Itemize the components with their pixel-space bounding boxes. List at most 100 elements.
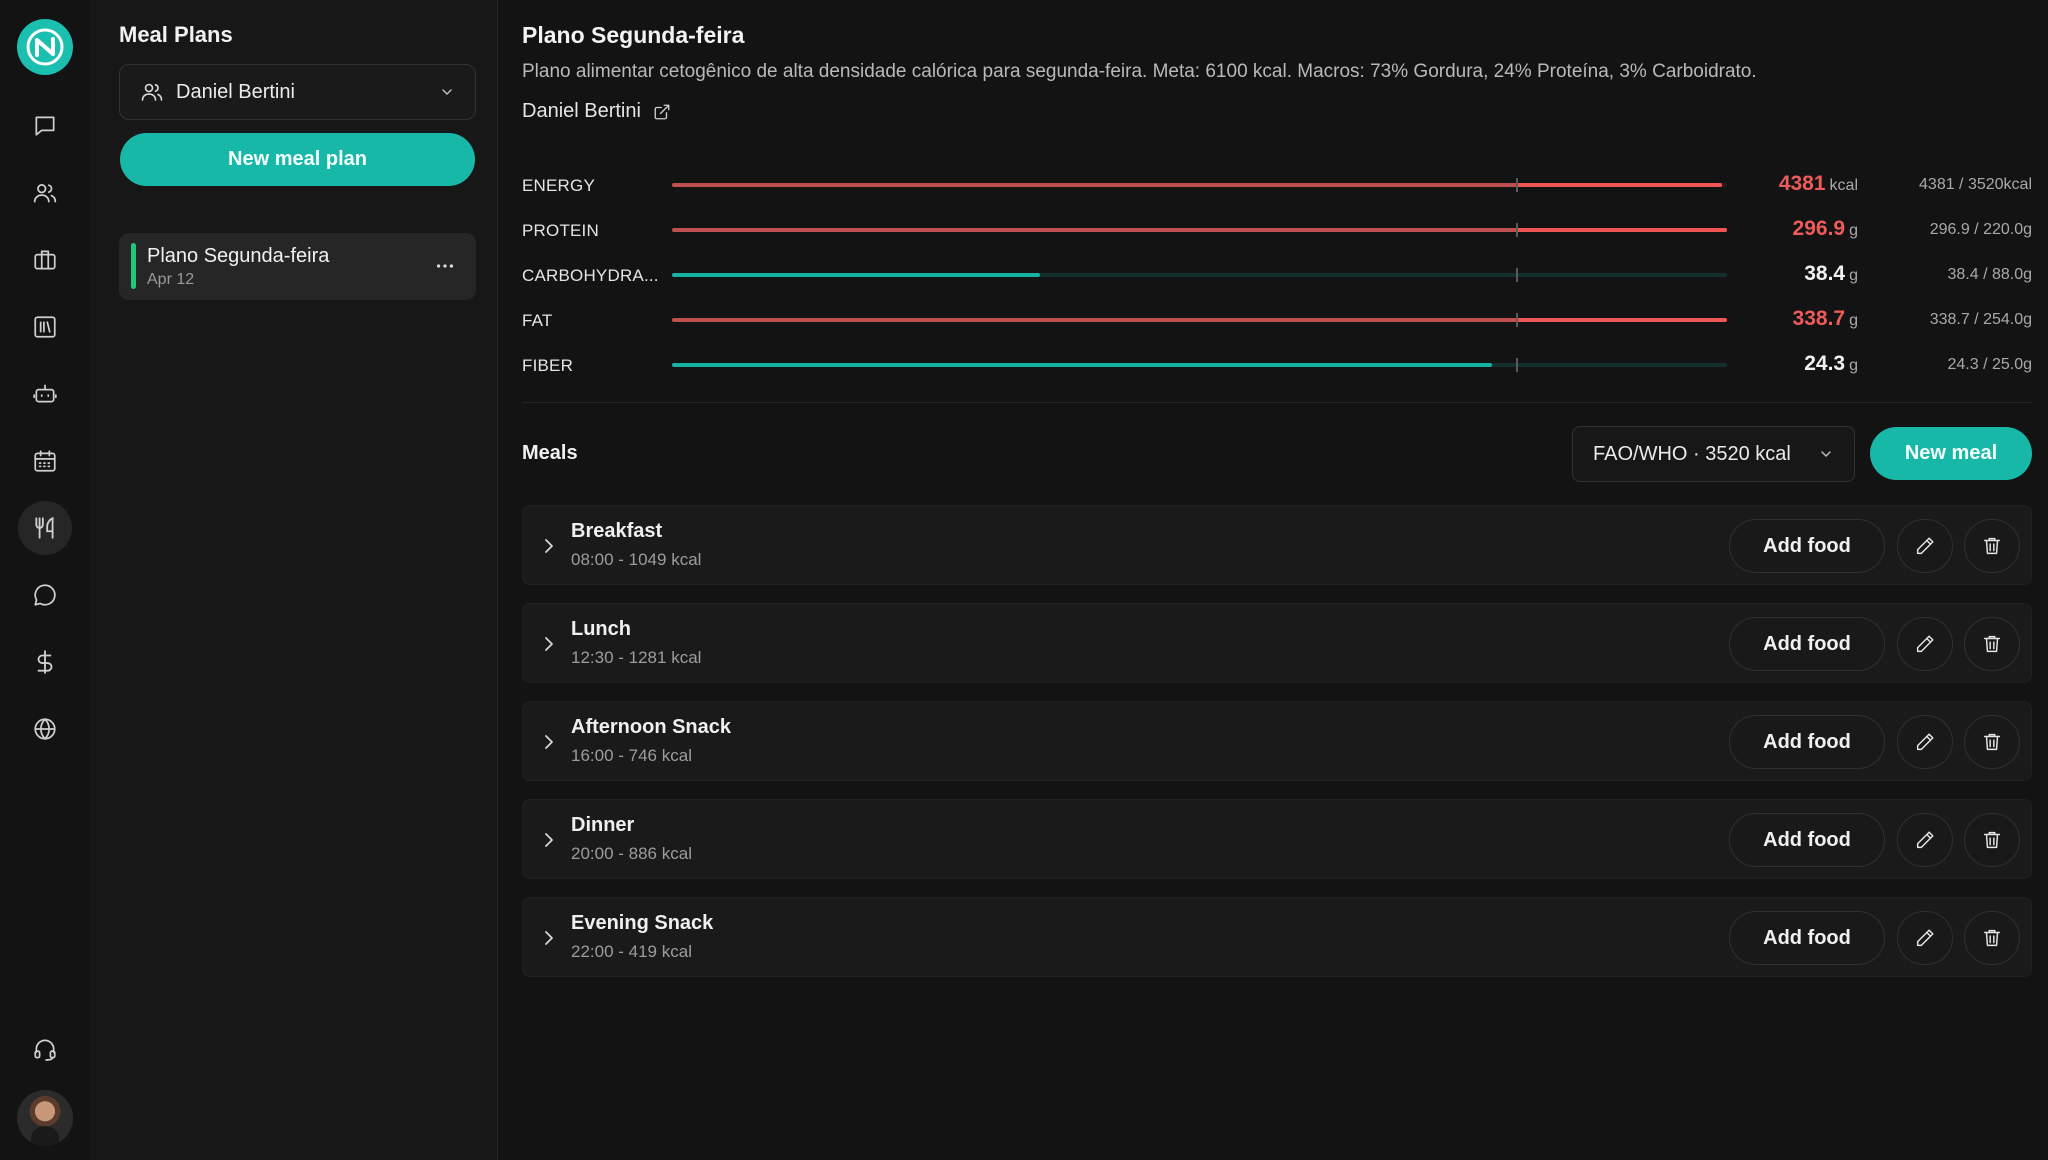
nutrient-value: 38.4 g: [1804, 262, 1858, 286]
rail-messages[interactable]: [18, 568, 72, 622]
rail-assistant[interactable]: [18, 367, 72, 421]
meal-name: Afternoon Snack: [571, 716, 732, 738]
active-indicator: [131, 243, 136, 289]
external-link-icon: [654, 104, 670, 119]
pencil-icon: [1916, 831, 1934, 849]
add-food-button[interactable]: Add food: [1729, 617, 1885, 671]
nutrient-row: PROTEIN 296.9 g 296.9 / 220.0g: [522, 213, 2032, 258]
globe-icon: [34, 718, 56, 740]
meal-time-kcal: 12:30 - 1281 kcal: [571, 648, 702, 667]
plan-list-item-name: Plano Segunda-feira: [147, 245, 330, 267]
icon-rail: [0, 0, 90, 1160]
more-options-icon[interactable]: [434, 255, 456, 277]
add-food-button[interactable]: Add food: [1729, 911, 1885, 965]
meal-time-kcal: 16:00 - 746 kcal: [571, 746, 692, 765]
reference-standard-value: FAO/WHO · 3520 kcal: [1593, 442, 1791, 465]
nutrient-value-number: 4381: [1778, 172, 1826, 195]
edit-meal-button[interactable]: [1897, 911, 1953, 965]
edit-meal-button[interactable]: [1897, 715, 1953, 769]
plan-list-item[interactable]: Plano Segunda-feira Apr 12: [119, 233, 476, 300]
utensils-icon: [35, 516, 54, 539]
rail-clients[interactable]: [18, 166, 72, 220]
pencil-icon: [1916, 929, 1934, 947]
meal-time-kcal: 20:00 - 886 kcal: [571, 844, 692, 863]
add-food-button[interactable]: Add food: [1729, 715, 1885, 769]
plan-title: Plano Segunda-feira: [522, 22, 745, 48]
nutrient-ratio: 38.4 / 88.0g: [1947, 266, 2032, 283]
nutrient-value-unit: g: [1849, 222, 1858, 239]
add-food-button[interactable]: Add food: [1729, 519, 1885, 573]
chat-icon: [35, 116, 55, 136]
chevron-right-icon[interactable]: [539, 830, 559, 850]
nutrient-value-number: 38.4: [1804, 262, 1846, 285]
rail-language[interactable]: [18, 702, 72, 756]
delete-meal-button[interactable]: [1964, 911, 2020, 965]
sidebar-title: Meal Plans: [119, 22, 233, 47]
nutrient-label: CARBOHYDRA...: [522, 266, 659, 285]
add-food-button[interactable]: Add food: [1729, 813, 1885, 867]
chevron-down-icon: [442, 89, 452, 96]
edit-meal-button[interactable]: [1897, 617, 1953, 671]
delete-meal-button[interactable]: [1964, 519, 2020, 573]
user-avatar[interactable]: [17, 1090, 73, 1146]
message-circle-icon: [34, 584, 56, 606]
meal-name: Dinner: [571, 814, 635, 836]
rail-billing[interactable]: [18, 635, 72, 689]
nutrient-progress-track: [672, 358, 1727, 372]
divider: [522, 402, 2032, 403]
edit-meal-button[interactable]: [1897, 519, 1953, 573]
delete-meal-button[interactable]: [1964, 813, 2020, 867]
meal-name: Lunch: [571, 618, 631, 640]
calendar-icon: [34, 450, 56, 472]
pencil-icon: [1916, 537, 1934, 555]
meal-time-kcal: 22:00 - 419 kcal: [571, 942, 692, 961]
nutrient-progress-fill: [672, 273, 1041, 277]
client-select[interactable]: Daniel Bertini: [119, 64, 476, 120]
nutrient-value-unit: kcal: [1829, 177, 1858, 194]
nutrient-value: 24.3 g: [1804, 352, 1858, 376]
dollar-icon: [37, 650, 53, 674]
app-logo[interactable]: [17, 19, 73, 75]
chevron-right-icon[interactable]: [539, 536, 559, 556]
new-meal-plan-button[interactable]: New meal plan: [120, 133, 475, 186]
rail-library[interactable]: [18, 300, 72, 354]
reference-standard-select[interactable]: FAO/WHO · 3520 kcal: [1572, 426, 1855, 482]
nutrient-value-number: 24.3: [1804, 352, 1846, 375]
edit-meal-button[interactable]: [1897, 813, 1953, 867]
nutrient-value-unit: g: [1849, 357, 1858, 374]
nutrient-progress-track: [672, 223, 1727, 237]
plan-client-link[interactable]: Daniel Bertini: [522, 100, 671, 123]
nutrient-value: 338.7 g: [1793, 307, 1858, 331]
rail-briefcase[interactable]: [18, 233, 72, 287]
meal-row[interactable]: Afternoon Snack 16:00 - 746 kcal Add food: [522, 701, 2032, 781]
chevron-right-icon[interactable]: [539, 634, 559, 654]
meal-row[interactable]: Evening Snack 22:00 - 419 kcal Add food: [522, 897, 2032, 977]
meal-row[interactable]: Breakfast 08:00 - 1049 kcal Add food: [522, 505, 2032, 585]
delete-meal-button[interactable]: [1964, 617, 2020, 671]
rail-meal-plans[interactable]: [18, 501, 72, 555]
meal-row[interactable]: Lunch 12:30 - 1281 kcal Add food: [522, 603, 2032, 683]
rail-chat[interactable]: [18, 99, 72, 153]
nutrient-progress-track: [672, 178, 1727, 192]
trash-icon: [1983, 733, 2001, 751]
nutrient-target-marker: [1516, 358, 1518, 372]
trash-icon: [1983, 635, 2001, 653]
pencil-icon: [1916, 635, 1934, 653]
rail-support[interactable]: [18, 1022, 72, 1076]
plan-client-name: Daniel Bertini: [522, 100, 641, 122]
delete-meal-button[interactable]: [1964, 715, 2020, 769]
nutrient-value-number: 338.7: [1792, 307, 1846, 330]
chevron-right-icon[interactable]: [539, 928, 559, 948]
nutrient-overage-fill: [1516, 318, 1727, 322]
library-icon: [34, 316, 56, 338]
logo-icon: [26, 28, 64, 66]
nutrient-value: 4381 kcal: [1779, 172, 1858, 196]
rail-calendar[interactable]: [18, 434, 72, 488]
new-meal-button[interactable]: New meal: [1870, 427, 2032, 480]
chevron-right-icon[interactable]: [539, 732, 559, 752]
headset-icon: [34, 1039, 56, 1061]
plan-list-item-date: Apr 12: [147, 271, 195, 288]
nutrient-ratio: 296.9 / 220.0g: [1929, 221, 2032, 238]
meal-plans-sidebar: Meal Plans Daniel Bertini New meal plan …: [90, 0, 498, 1160]
meal-row[interactable]: Dinner 20:00 - 886 kcal Add food: [522, 799, 2032, 879]
